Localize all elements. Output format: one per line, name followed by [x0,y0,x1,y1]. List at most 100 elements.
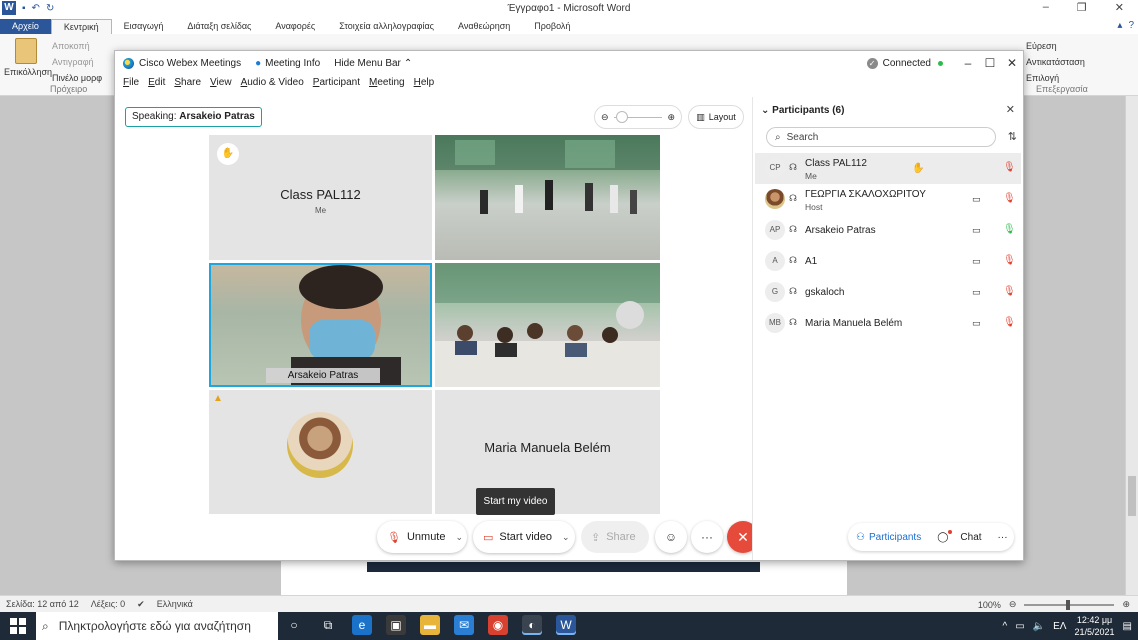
layout-button[interactable]: ▥ Layout [688,105,744,129]
mail-icon[interactable]: ✉ [454,615,474,635]
taskbar-search[interactable]: ⌕ Πληκτρολογήστε εδώ για αναζήτηση [36,612,278,640]
chevron-down-icon[interactable]: ⌄ [562,532,570,543]
tab-home[interactable]: Κεντρική [50,19,112,34]
tray-chevron-icon[interactable]: ^ [1003,621,1008,632]
file-explorer-icon[interactable]: ▬ [420,615,440,635]
reactions-button[interactable]: ☺ [655,521,687,553]
start-video-button[interactable]: ▭ Start video ⌄ [473,521,575,553]
menu-edit[interactable]: Edit [148,77,165,88]
participant-row[interactable]: AP ☊ Arsakeio Patras ▭ 🎙 [755,215,1021,246]
participant-row[interactable]: CP ☊ Class PAL112 Me ✋ 🎙 [755,153,1021,184]
help-icon[interactable]: ? [1128,20,1134,31]
webex-logo-icon [123,57,134,69]
zoom-in-icon[interactable]: ⊕ [1122,599,1130,610]
webex-close-icon[interactable]: ✕ [1001,56,1023,70]
menu-audio-video[interactable]: Audio & Video [241,77,304,88]
participant-avatar: G [765,282,785,302]
menu-participant[interactable]: Participant [313,77,360,88]
notifications-icon[interactable]: ▤ [1123,621,1132,632]
panel-more-button[interactable]: ··· [990,532,1016,543]
cut-button[interactable]: Αποκοπή [52,38,102,54]
word-taskbar-icon[interactable]: W [556,615,576,635]
proofing-icon[interactable]: ✔ [137,599,145,610]
tab-mailings[interactable]: Στοιχεία αλληλογραφίας [327,19,446,34]
vertical-scrollbar[interactable] [1125,96,1138,595]
video-tile-classroom-1[interactable] [435,135,660,260]
muted-mic-icon[interactable]: 🎙 [1003,317,1016,328]
close-icon[interactable]: ✕ [1115,1,1124,14]
menu-meeting[interactable]: Meeting [369,77,405,88]
muted-mic-icon[interactable]: 🎙 [1003,193,1016,204]
scrollbar-thumb[interactable] [1128,476,1136,516]
webex-minimize-icon[interactable]: – [957,56,979,70]
restore-icon[interactable]: ❐ [1077,1,1087,14]
participant-search-input[interactable]: ⌕ Search [766,127,996,147]
menu-share[interactable]: Share [174,77,201,88]
more-options-button[interactable]: ··· [691,521,723,553]
participants-tab[interactable]: ⚇ Participants [848,532,929,543]
zoom-in-icon[interactable]: ⊕ [667,112,675,123]
tab-view[interactable]: Προβολή [522,19,582,34]
tab-page-layout[interactable]: Διάταξη σελίδας [175,19,263,34]
webex-maximize-icon[interactable]: ☐ [979,56,1001,70]
store-icon[interactable]: ▣ [386,615,406,635]
zoom-out-icon[interactable]: ⊖ [601,112,609,123]
chevron-down-icon[interactable]: ⌄ [456,532,464,543]
replace-button[interactable]: Αντικατάσταση [1026,54,1085,70]
cortana-icon[interactable]: ○ [284,615,304,635]
pasted-screenshot-image [367,562,760,572]
clock[interactable]: 12:42 μμ 21/5/2021 [1075,614,1115,638]
collapse-ribbon-icon[interactable]: ▴ [1117,20,1122,31]
tab-insert[interactable]: Εισαγωγή [112,19,176,34]
participants-panel-header[interactable]: ⌄ Participants (6) [761,105,844,116]
participant-row[interactable]: MB ☊ Maria Manuela Belém ▭ 🎙 [755,308,1021,339]
edge-icon[interactable]: e [352,615,372,635]
menu-help[interactable]: Help [414,77,435,88]
language-indicator[interactable]: Ελληνικά [157,599,193,610]
page-count[interactable]: Σελίδα: 12 από 12 [6,599,79,610]
muted-mic-icon[interactable]: 🎙 [1003,255,1016,266]
video-tile-class-pal112[interactable]: ✋ Class PAL112 Me [209,135,432,260]
chat-tab[interactable]: ◯ Chat [929,530,989,543]
chrome-icon[interactable]: ◉ [488,615,508,635]
copy-button[interactable]: Αντιγραφή [52,54,102,70]
participant-row[interactable]: G ☊ gskaloch ▭ 🎙 [755,277,1021,308]
video-zoom-slider[interactable] [613,110,663,123]
network-icon[interactable]: ▭ [1015,621,1024,632]
meeting-info-button[interactable]: Meeting Info [265,58,320,69]
start-button[interactable] [10,618,26,634]
zoom-slider[interactable] [1024,599,1115,610]
raise-hand-icon[interactable]: ✋ [217,143,239,165]
participant-row[interactable]: A ☊ A1 ▭ 🎙 [755,246,1021,277]
menu-view[interactable]: View [210,77,232,88]
muted-mic-icon[interactable]: 🎙 [1003,286,1016,297]
paste-button[interactable]: Επικόλληση [4,38,52,77]
volume-icon[interactable]: 🔈 [1033,621,1045,632]
panel-close-icon[interactable]: ✕ [1006,103,1015,116]
video-tile-classroom-2[interactable] [435,263,660,387]
word-count[interactable]: Λέξεις: 0 [91,599,125,610]
zoom-level[interactable]: 100% [978,600,1001,610]
unmute-button[interactable]: 🎙 Unmute ⌄ [377,521,467,553]
sort-icon[interactable]: ⇅ [1008,130,1017,143]
chevron-up-icon[interactable]: ⌃ [404,58,412,69]
menu-file[interactable]: File [123,77,139,88]
participant-row[interactable]: ☊ ΓΕΩΡΓΙΑ ΣΚΑΛΟΧΩΡΙΤΟΥ Host ▭ 🎙 [755,184,1021,215]
video-tile-georgia[interactable]: ▲ [209,390,432,514]
webex-taskbar-icon[interactable]: ◐ [522,615,542,635]
tab-references[interactable]: Αναφορές [263,19,327,34]
task-view-icon[interactable]: ⧉ [318,615,338,635]
tab-file[interactable]: Αρχείο [0,19,51,34]
share-button[interactable]: ⇪ Share [581,521,649,553]
classroom-video-feed-2 [435,263,660,387]
input-language[interactable]: ΕΛ [1053,621,1066,632]
video-tile-arsakeio-patras[interactable]: Arsakeio Patras [209,263,432,387]
hide-menu-bar-button[interactable]: Hide Menu Bar [334,58,401,69]
minimize-icon[interactable]: – [1043,1,1049,14]
active-mic-icon[interactable]: 🎙 [1003,224,1016,235]
muted-mic-icon[interactable]: 🎙 [1003,162,1016,173]
raise-hand-icon[interactable]: ✋ [912,163,924,174]
zoom-out-icon[interactable]: ⊖ [1009,599,1017,610]
tab-review[interactable]: Αναθεώρηση [446,19,522,34]
find-button[interactable]: Εύρεση [1026,38,1085,54]
